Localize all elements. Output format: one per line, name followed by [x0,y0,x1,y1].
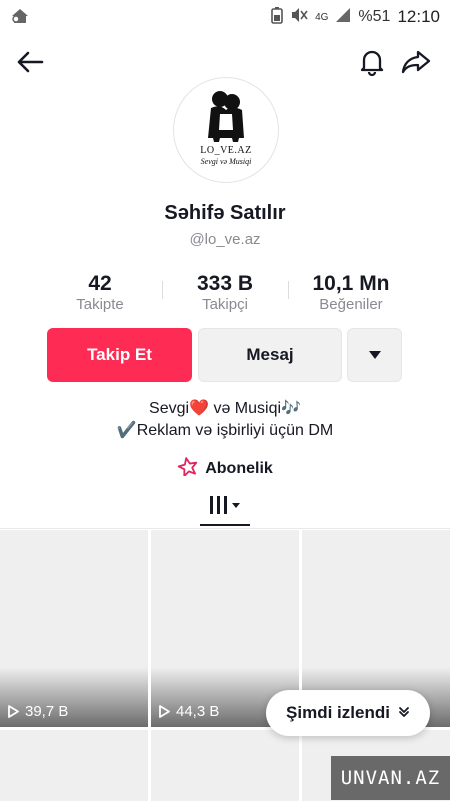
video-tile[interactable] [0,730,148,801]
stat-divider [288,281,289,299]
network-type-label: 4G [315,11,329,23]
view-count-value: 44,3 B [176,703,220,720]
followers-count: 333 B [196,272,254,295]
video-grid-icon [208,494,242,521]
likes-label: Beğeniler [319,296,383,313]
follow-button-label: Takip Et [87,345,152,364]
home-notification-icon [10,7,30,29]
display-name: Səhifə Satılır [164,202,286,224]
bio: Sevgi❤️ və Musiqi🎶 ✔️Reklam və işbirliyi… [0,398,450,442]
double-chevron-down-icon [398,703,410,723]
bell-icon[interactable] [354,44,390,80]
message-button[interactable]: Mesaj [198,328,342,382]
following-label: Takipte [76,296,124,313]
suggested-accounts-button[interactable] [347,328,402,382]
likes-stat[interactable]: 10,1 Mn Beğeniler [296,272,406,314]
caret-down-icon [368,345,382,365]
avatar[interactable]: LO_VE.AZ Sevgi və Musiqi [173,77,279,183]
bio-line-2: ✔️Reklam və işbirliyi üçün DM [116,422,334,439]
now-watching-button[interactable]: Şimdi izlendi [266,690,430,736]
message-button-label: Mesaj [246,345,294,364]
video-tile[interactable] [151,730,299,801]
subscription-label: Abonelik [205,459,273,477]
followers-stat[interactable]: 333 B Takipçi [170,272,280,314]
share-arrow-icon[interactable] [398,44,434,80]
view-count: 44,3 B [158,703,219,720]
bio-line-1: Sevgi❤️ və Musiqi🎶 [149,400,301,417]
avatar-logo-subtitle: Sevgi və Musiqi [200,157,252,166]
watermark: UNVAN.AZ [331,756,450,800]
profile-stats: 42 Takipte 333 B Takipçi 10,1 Mn Beğenil… [0,272,450,318]
mute-icon [290,6,308,28]
play-icon [159,705,170,718]
username: @lo_ve.az [189,231,261,248]
top-navigation-bar [0,42,450,82]
clock: 12:10 [397,7,440,26]
play-icon [8,705,19,718]
status-bar: 4G %51 12:10 [0,0,450,32]
likes-count: 10,1 Mn [312,272,390,295]
now-watching-label: Şimdi izlendi [286,703,390,722]
couple-logo-icon [208,91,244,142]
followers-label: Takipçi [202,296,248,313]
signal-icon [335,7,351,27]
battery-saver-icon [271,6,283,28]
following-stat[interactable]: 42 Takipte [45,272,155,314]
following-count: 42 [88,272,112,295]
view-count-value: 39,7 B [25,703,69,720]
arrow-left-icon[interactable] [12,44,48,80]
tab-videos[interactable] [200,490,250,526]
video-tile[interactable]: 39,7 B [0,530,148,727]
view-count: 39,7 B [7,703,68,720]
avatar-logo-title: LO_VE.AZ [200,145,252,156]
stat-divider [162,281,163,299]
follow-button[interactable]: Takip Et [47,328,192,382]
subscription-star-icon [177,456,199,481]
subscription-link[interactable]: Abonelik [0,456,450,481]
battery-label: %51 [358,8,391,25]
